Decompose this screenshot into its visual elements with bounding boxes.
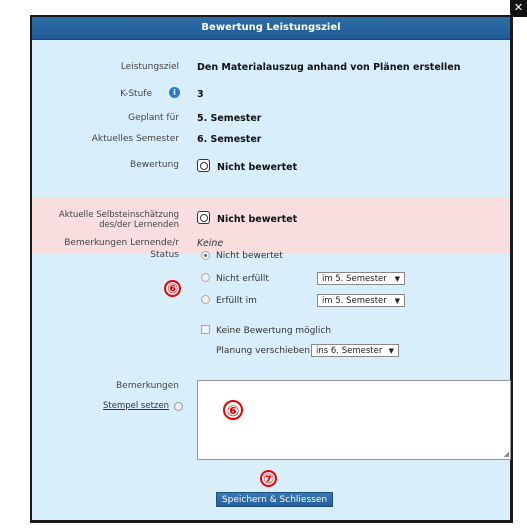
aktuell-label: Aktuelles Semester (91, 134, 179, 144)
annotation-badge-6: ⑥ (223, 400, 243, 420)
annotation-badge-7: ⑦ (260, 470, 277, 487)
bemerkungen-textarea[interactable]: ◢ (197, 380, 511, 460)
geplant-label: Geplant für (128, 113, 179, 123)
resize-grip-icon[interactable]: ◢ (504, 450, 509, 458)
leistungsziel-value: Den Materialauszug anhand von Plänen ers… (197, 62, 461, 73)
selbst-value: Nicht bewertet (217, 214, 298, 225)
self-rating-icon (197, 211, 210, 224)
radio-nicht-erfuellt[interactable] (201, 273, 210, 282)
erfuellt-im-select[interactable]: im 5. Semester ▼ (317, 294, 405, 307)
aktuell-value: 6. Semester (197, 134, 262, 145)
clock-icon[interactable] (174, 402, 183, 411)
stempel-link[interactable]: Stempel setzen (103, 401, 169, 411)
chevron-down-icon: ▼ (394, 297, 400, 305)
self-assessment-section: Aktuelle Selbsteinschätzung des/der Lern… (32, 198, 510, 254)
keine-bewertung-label: Keine Bewertung möglich (216, 326, 332, 336)
info-icon[interactable]: i (169, 87, 180, 98)
save-close-button[interactable]: Speichern & Schliessen (216, 492, 333, 507)
selbst-bemerkungen-value: Keine (197, 238, 224, 249)
selbst-label-line1: Aktuelle Selbsteinschätzung (58, 210, 179, 220)
planung-label: Planung verschieben (216, 346, 311, 356)
bewertung-label: Bewertung (130, 160, 179, 170)
dialog-title: Bewertung Leistungsziel (32, 17, 510, 40)
bemerkungen-label: Bemerkungen (115, 381, 179, 391)
planung-select-value: ins 6. Semester (316, 346, 383, 356)
selbst-label: Aktuelle Selbsteinschätzung des/der Lern… (59, 210, 179, 230)
option-nicht-bewertet-label: Nicht bewertet (216, 251, 283, 261)
geplant-value: 5. Semester (197, 113, 262, 124)
option-nicht-erfuellt-label: Nicht erfüllt (216, 274, 269, 284)
bewertung-value: Nicht bewertet (217, 162, 298, 173)
selbst-bemerkungen-label: Bemerkungen Lernende/r (64, 238, 179, 248)
nicht-erfuellt-select-value: im 5. Semester (322, 274, 387, 284)
erfuellt-im-select-value: im 5. Semester (322, 296, 387, 306)
keine-bewertung-checkbox[interactable] (201, 325, 210, 334)
leistungsziel-label: Leistungsziel (120, 62, 179, 72)
chevron-down-icon: ▼ (388, 347, 394, 355)
annotation-badge-6: ⑥ (164, 280, 181, 297)
status-label: Status (150, 250, 179, 260)
radio-nicht-bewertet[interactable] (201, 251, 210, 260)
option-erfuellt-im-label: Erfüllt im (216, 296, 257, 306)
kstufe-label: K-Stufe (120, 89, 152, 99)
selbst-label-line2: des/der Lernenden (99, 220, 179, 230)
nicht-erfuellt-select[interactable]: im 5. Semester ▼ (317, 272, 405, 285)
rating-icon[interactable] (197, 159, 210, 172)
rating-dialog: Bewertung Leistungsziel Leistungsziel De… (30, 15, 513, 523)
kstufe-value: 3 (197, 89, 204, 100)
planung-select[interactable]: ins 6. Semester ▼ (311, 344, 399, 357)
chevron-down-icon: ▼ (394, 275, 400, 283)
radio-erfuellt-im[interactable] (201, 295, 210, 304)
